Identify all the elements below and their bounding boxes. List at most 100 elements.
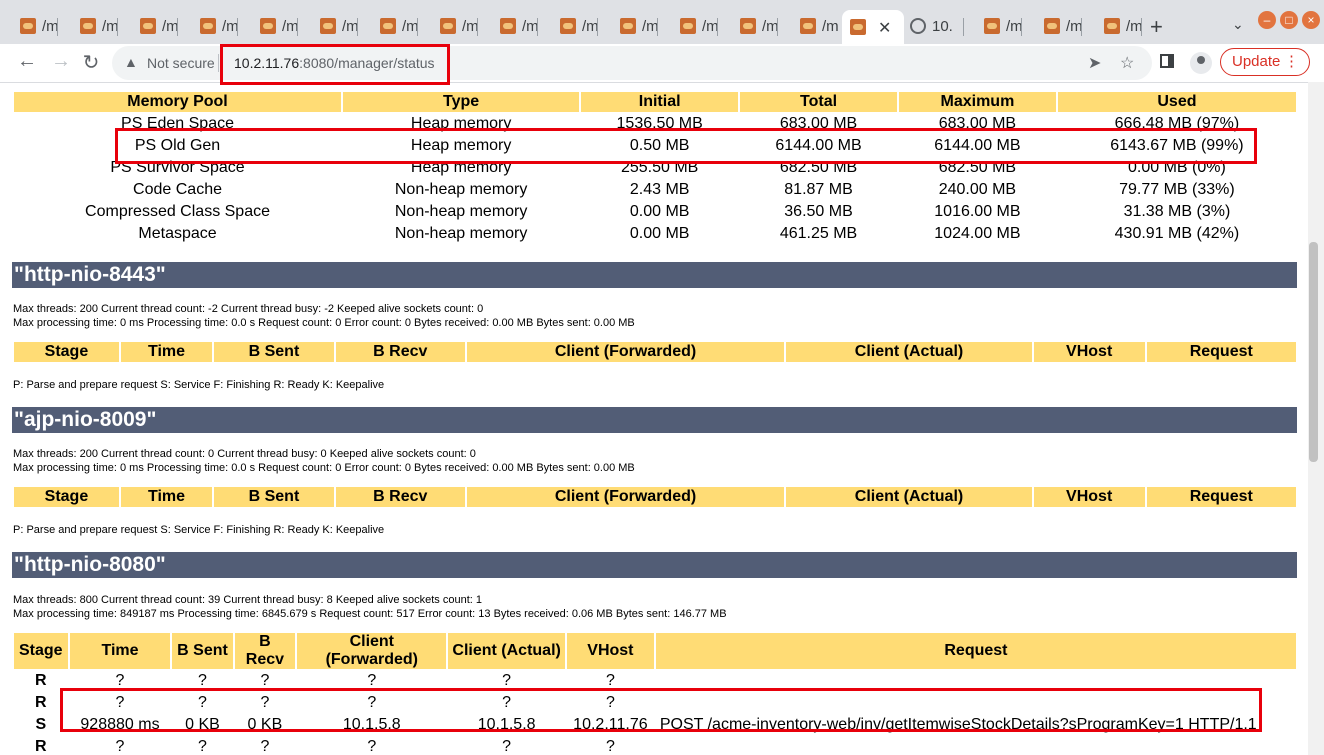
- column-header: Client (Forwarded): [297, 633, 447, 669]
- scrollbar-thumb[interactable]: [1309, 242, 1318, 462]
- table-cell: ?: [502, 694, 512, 711]
- table-cell: ?: [260, 672, 270, 689]
- table-cell: ?: [502, 738, 512, 755]
- table-row: R??????: [14, 737, 1296, 755]
- stage-legend: P: Parse and prepare request S: Service …: [13, 524, 385, 536]
- table-cell: 1016.00 MB: [934, 203, 1021, 220]
- browser-tab[interactable]: /m: [0, 10, 59, 42]
- column-header: Maximum: [898, 92, 1056, 112]
- browser-tab[interactable]: /m: [1024, 10, 1083, 42]
- globe-icon: [910, 18, 926, 34]
- url-text[interactable]: 10.2.11.76:8080/manager/status: [234, 55, 435, 71]
- table-cell: 0.00 MB: [629, 203, 690, 220]
- table-cell: 255.50 MB: [620, 159, 699, 176]
- browser-tab[interactable]: /m: [660, 10, 719, 42]
- table-cell: S: [35, 716, 47, 733]
- browser-tab[interactable]: 10.: [904, 10, 964, 42]
- table-cell: ?: [115, 738, 125, 755]
- stage-legend: P: Parse and prepare request S: Service …: [13, 379, 385, 391]
- table-cell: PS Survivor Space: [110, 159, 245, 176]
- table-cell: R: [34, 738, 47, 755]
- bookmark-star-icon[interactable]: ☆: [1120, 53, 1134, 73]
- table-cell: 682.50 MB: [779, 159, 858, 176]
- table-cell: Metaspace: [138, 225, 217, 242]
- table-cell: 0 KB: [247, 716, 283, 733]
- column-header: VHost: [566, 633, 654, 669]
- browser-toolbar: ← → ↻ ▲ Not secure 10.2.11.76:8080/manag…: [0, 44, 1324, 83]
- tomcat-favicon-icon: [380, 18, 396, 34]
- table-cell: POST /acme-inventory-web/inv/getItemwise…: [659, 716, 1257, 733]
- new-tab-button[interactable]: +: [1150, 14, 1163, 40]
- close-tab-icon[interactable]: ✕: [878, 18, 891, 38]
- side-panel-icon[interactable]: [1160, 54, 1174, 68]
- profile-avatar-icon[interactable]: [1190, 52, 1212, 74]
- table-cell: 683.00 MB: [779, 115, 858, 132]
- table-row: R??????: [14, 693, 1296, 713]
- warning-icon: ▲: [124, 54, 138, 70]
- tomcat-favicon-icon: [680, 18, 696, 34]
- browser-tab[interactable]: /m: [540, 10, 599, 42]
- not-secure-label[interactable]: Not secure: [147, 55, 215, 71]
- browser-tab[interactable]: /m: [420, 10, 479, 42]
- tomcat-favicon-icon: [1104, 18, 1120, 34]
- table-cell: 79.77 MB (33%): [1119, 181, 1235, 198]
- table-row: R??????: [14, 671, 1296, 691]
- browser-tab[interactable]: /m: [600, 10, 659, 42]
- table-cell: 461.25 MB: [779, 225, 858, 242]
- table-cell: 683.00 MB: [938, 115, 1017, 132]
- connector-heading: "http-nio-8443": [12, 262, 1297, 288]
- back-arrow-icon[interactable]: ←: [14, 50, 40, 73]
- column-header: Request: [655, 633, 1296, 669]
- table-cell: PS Eden Space: [121, 115, 234, 132]
- table-cell: ?: [198, 694, 207, 711]
- reload-icon[interactable]: ↻: [78, 50, 104, 75]
- browser-tab[interactable]: /m: [1084, 10, 1143, 42]
- minimize-button[interactable]: –: [1258, 11, 1276, 29]
- column-header: Client (Actual): [448, 633, 565, 669]
- browser-tab[interactable]: /m: [480, 10, 539, 42]
- table-row: PS Eden Space Heap memory 1536.50 MB 683.00…: [14, 114, 1296, 134]
- table-cell: 0.00 MB (0%): [1128, 159, 1226, 176]
- browser-tab[interactable]: /m: [180, 10, 239, 42]
- browser-tab[interactable]: /m: [964, 10, 1023, 42]
- close-window-button[interactable]: ×: [1302, 11, 1320, 29]
- browser-tab-active[interactable]: [842, 10, 904, 44]
- browser-tab[interactable]: /m: [120, 10, 179, 42]
- table-cell: ?: [367, 694, 377, 711]
- browser-tab[interactable]: /m: [360, 10, 419, 42]
- connector-heading: "http-nio-8080": [12, 552, 1297, 578]
- tomcat-favicon-icon: [440, 18, 456, 34]
- update-button[interactable]: Update ⋮: [1220, 48, 1310, 76]
- table-row: PS Survivor Space Heap memory 255.50 MB 682…: [14, 158, 1296, 178]
- browser-tab[interactable]: /m: [300, 10, 359, 42]
- table-cell: 1536.50 MB: [616, 115, 703, 132]
- table-cell: 0 KB: [185, 716, 220, 733]
- tomcat-favicon-icon: [850, 19, 866, 35]
- table-cell: 81.87 MB: [784, 181, 853, 198]
- column-header: Type: [343, 92, 580, 112]
- column-header: Time: [69, 633, 171, 669]
- thread-table: Stage Time B Sent B Recv Client (Forwarded) C…: [12, 485, 1298, 509]
- table-cell: ?: [260, 738, 270, 755]
- tab-search-icon[interactable]: ⌄: [1232, 16, 1244, 33]
- browser-tab[interactable]: /m: [60, 10, 119, 42]
- maximize-button[interactable]: □: [1280, 11, 1298, 29]
- browser-tab[interactable]: /m: [720, 10, 779, 42]
- table-cell: 6143.67 MB (99%): [1110, 137, 1244, 154]
- column-header: Stage: [14, 342, 119, 362]
- tomcat-favicon-icon: [320, 18, 336, 34]
- table-cell: Non-heap memory: [394, 225, 528, 242]
- column-header: Time: [120, 342, 213, 362]
- send-icon[interactable]: ➤: [1088, 53, 1101, 73]
- column-header: Total: [740, 92, 897, 112]
- table-cell: ?: [198, 738, 207, 755]
- forward-arrow-icon[interactable]: →: [48, 50, 74, 73]
- table-cell: 6144.00 MB: [775, 137, 862, 154]
- browser-tab[interactable]: /m: [780, 10, 839, 42]
- connector-thread-stats: Max threads: 200 Current thread count: -…: [13, 303, 484, 315]
- table-cell: 10.2.11.76: [573, 716, 648, 733]
- browser-tab[interactable]: /m: [240, 10, 299, 42]
- tomcat-favicon-icon: [800, 18, 816, 34]
- address-bar[interactable]: ▲ Not secure 10.2.11.76:8080/manager/sta…: [112, 46, 1152, 80]
- table-cell: ?: [115, 672, 125, 689]
